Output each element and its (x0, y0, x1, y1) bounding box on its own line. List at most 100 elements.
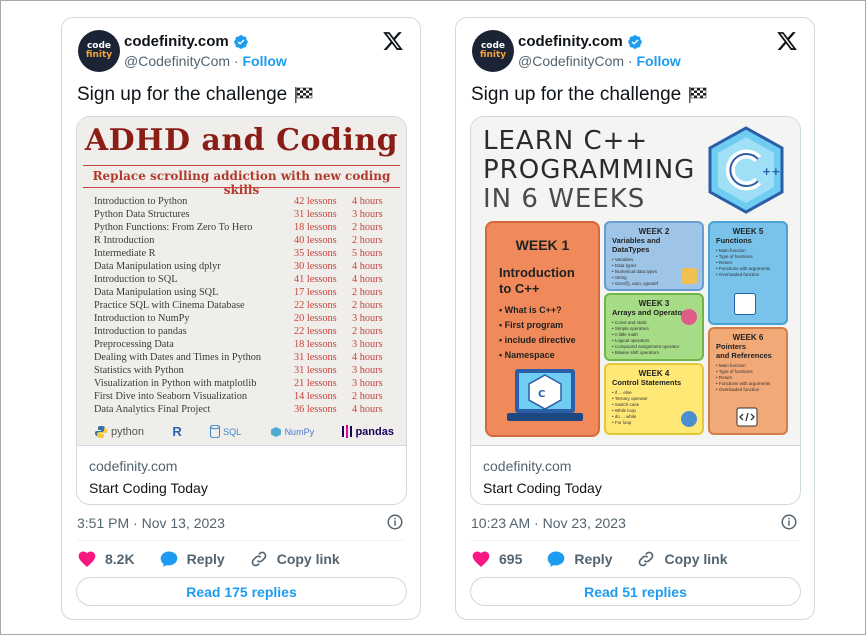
bullet: • Overloaded function (716, 272, 760, 277)
course-hours: 2 hours (352, 326, 383, 337)
copy-link-button[interactable]: Copy link (249, 549, 340, 569)
course-name: Statistics with Python (94, 365, 184, 376)
week-3-box: WEEK 3 Arrays and Operators • Const and … (604, 293, 704, 361)
course-name: Dealing with Dates and Times in Python (94, 352, 262, 363)
course-list: Introduction to Python 42 lessons 4 hours P… (94, 195, 394, 416)
copy-link-label: Copy link (276, 551, 340, 567)
card-meta[interactable]: codefinity.com Start Coding Today (471, 445, 800, 504)
heading-line: Pointers (716, 342, 747, 351)
image-title: LEARN C++ PROGRAMMING IN 6 WEEKS (483, 127, 695, 214)
bullet: • include directive (499, 335, 576, 345)
course-name: Intermediate R (94, 248, 156, 259)
course-lessons: 18 lessons (294, 222, 337, 233)
course-lessons: 31 lessons (294, 209, 337, 220)
course-row: Statistics with Python 31 lessons 3 hours (94, 364, 394, 377)
reply-bubble-icon (160, 551, 177, 567)
avatar[interactable]: code finity (472, 30, 514, 72)
course-name: Data Manipulation using SQL (94, 287, 219, 298)
x-logo-icon[interactable] (776, 30, 798, 52)
heart-icon (472, 551, 490, 567)
week-bullets: • What is C++? • First program • include… (499, 303, 576, 363)
verified-badge-icon (627, 34, 642, 49)
week-heading: Control Statements (612, 378, 682, 387)
pandas-logo: pandas (342, 425, 394, 438)
like-button[interactable]: 695 (471, 549, 522, 569)
course-row: Data Analytics Final Project 36 lessons 4 … (94, 403, 394, 416)
timestamp[interactable]: 3:51 PM · Nov 13, 2023 (77, 515, 225, 531)
week-label: WEEK 5 (732, 227, 764, 236)
course-lessons: 31 lessons (294, 365, 337, 376)
reply-button[interactable]: Reply (159, 549, 225, 569)
avatar[interactable]: code finity (78, 30, 120, 72)
title-line: LEARN C++ (483, 126, 649, 156)
code-window-icon (736, 407, 758, 427)
card-image[interactable]: ADHD and Coding Replace scrolling addict… (77, 117, 406, 445)
info-icon[interactable] (386, 513, 404, 531)
author-handle[interactable]: @CodefinityCom (518, 53, 624, 69)
cpp-logo-icon: ++ (708, 126, 784, 214)
course-lessons: 18 lessons (294, 339, 337, 350)
reply-button[interactable]: Reply (546, 549, 612, 569)
link-preview-card[interactable]: ADHD and Coding Replace scrolling addict… (76, 116, 407, 505)
week-heading: Introduction to C++ (499, 265, 575, 297)
avatar-text-bottom: finity (85, 50, 113, 60)
week-heading: Pointers and References (716, 342, 780, 360)
card-image[interactable]: LEARN C++ PROGRAMMING IN 6 WEEKS ++ WEEK… (471, 117, 800, 445)
author-name[interactable]: codefinity.com (124, 33, 229, 50)
author-name-row: codefinity.com (518, 33, 643, 50)
course-lessons: 17 lessons (294, 287, 337, 298)
course-row: Visualization in Python with matplotlib 2… (94, 377, 394, 390)
logo-label: pandas (355, 425, 394, 438)
x-logo-icon[interactable] (382, 30, 404, 52)
info-icon[interactable] (780, 513, 798, 531)
course-hours: 3 hours (352, 339, 383, 350)
adhd-coding-image: ADHD and Coding Replace scrolling addict… (77, 117, 406, 445)
course-lessons: 30 lessons (294, 261, 337, 272)
title-line: IN 6 WEEKS (483, 184, 646, 214)
course-name: Data Manipulation using dplyr (94, 261, 221, 272)
week-label: WEEK 6 (732, 333, 764, 342)
read-replies-button[interactable]: Read 51 replies (470, 577, 801, 606)
course-hours: 5 hours (352, 248, 383, 259)
week-bullets: • Const and static • Simple operators • … (612, 320, 696, 356)
course-lessons: 42 lessons (294, 196, 337, 207)
course-hours: 4 hours (352, 274, 383, 285)
reply-label: Reply (574, 551, 613, 567)
link-preview-card[interactable]: LEARN C++ PROGRAMMING IN 6 WEEKS ++ WEEK… (470, 116, 801, 505)
tweet-text: Sign up for the challenge (77, 84, 288, 105)
course-name: Introduction to NumPy (94, 313, 190, 324)
course-lessons: 22 lessons (294, 300, 337, 311)
tweet-text-row: Sign up for the challenge (471, 84, 707, 106)
author-handle[interactable]: @CodefinityCom (124, 53, 230, 69)
follow-button[interactable]: Follow (636, 53, 680, 69)
logo-label: python (111, 425, 145, 438)
course-name: Introduction to SQL (94, 274, 178, 285)
copy-link-button[interactable]: Copy link (636, 549, 728, 569)
course-hours: 4 hours (352, 352, 383, 363)
course-row: Practice SQL with Cinema Database 22 less… (94, 299, 394, 312)
course-hours: 2 hours (352, 300, 383, 311)
tweet-card: code finity codefinity.com @CodefinityCo… (455, 17, 815, 620)
course-row: Python Functions: From Zero To Hero 18 le… (94, 221, 394, 234)
logo-label: NumPy (284, 426, 315, 437)
read-replies-button[interactable]: Read 175 replies (76, 577, 407, 606)
like-button[interactable]: 8.2K (77, 549, 135, 569)
action-bar: 695 Reply Copy link (471, 549, 752, 569)
database-icon (210, 425, 221, 438)
course-row: Data Manipulation using SQL 17 lessons 2 h… (94, 286, 394, 299)
svg-text:++: ++ (762, 165, 780, 178)
week-2-box: WEEK 2 Variables and DataTypes • Variabl… (604, 221, 704, 291)
course-name: Practice SQL with Cinema Database (94, 300, 245, 311)
course-row: Dealing with Dates and Times in Python 31… (94, 351, 394, 364)
follow-button[interactable]: Follow (242, 53, 286, 69)
author-name[interactable]: codefinity.com (518, 33, 623, 50)
course-lessons: 20 lessons (294, 313, 337, 324)
image-title: ADHD and Coding (84, 123, 399, 158)
week-bullets: • Main function • Type of functions • Re… (716, 363, 780, 393)
card-meta[interactable]: codefinity.com Start Coding Today (77, 445, 406, 504)
timestamp[interactable]: 10:23 AM · Nov 23, 2023 (471, 515, 626, 531)
course-name: Introduction to Python (94, 196, 188, 207)
bullet: • What is C++? (499, 305, 562, 315)
course-row: Data Manipulation using dplyr 30 lessons 4… (94, 260, 394, 273)
course-name: Data Analytics Final Project (94, 404, 211, 415)
